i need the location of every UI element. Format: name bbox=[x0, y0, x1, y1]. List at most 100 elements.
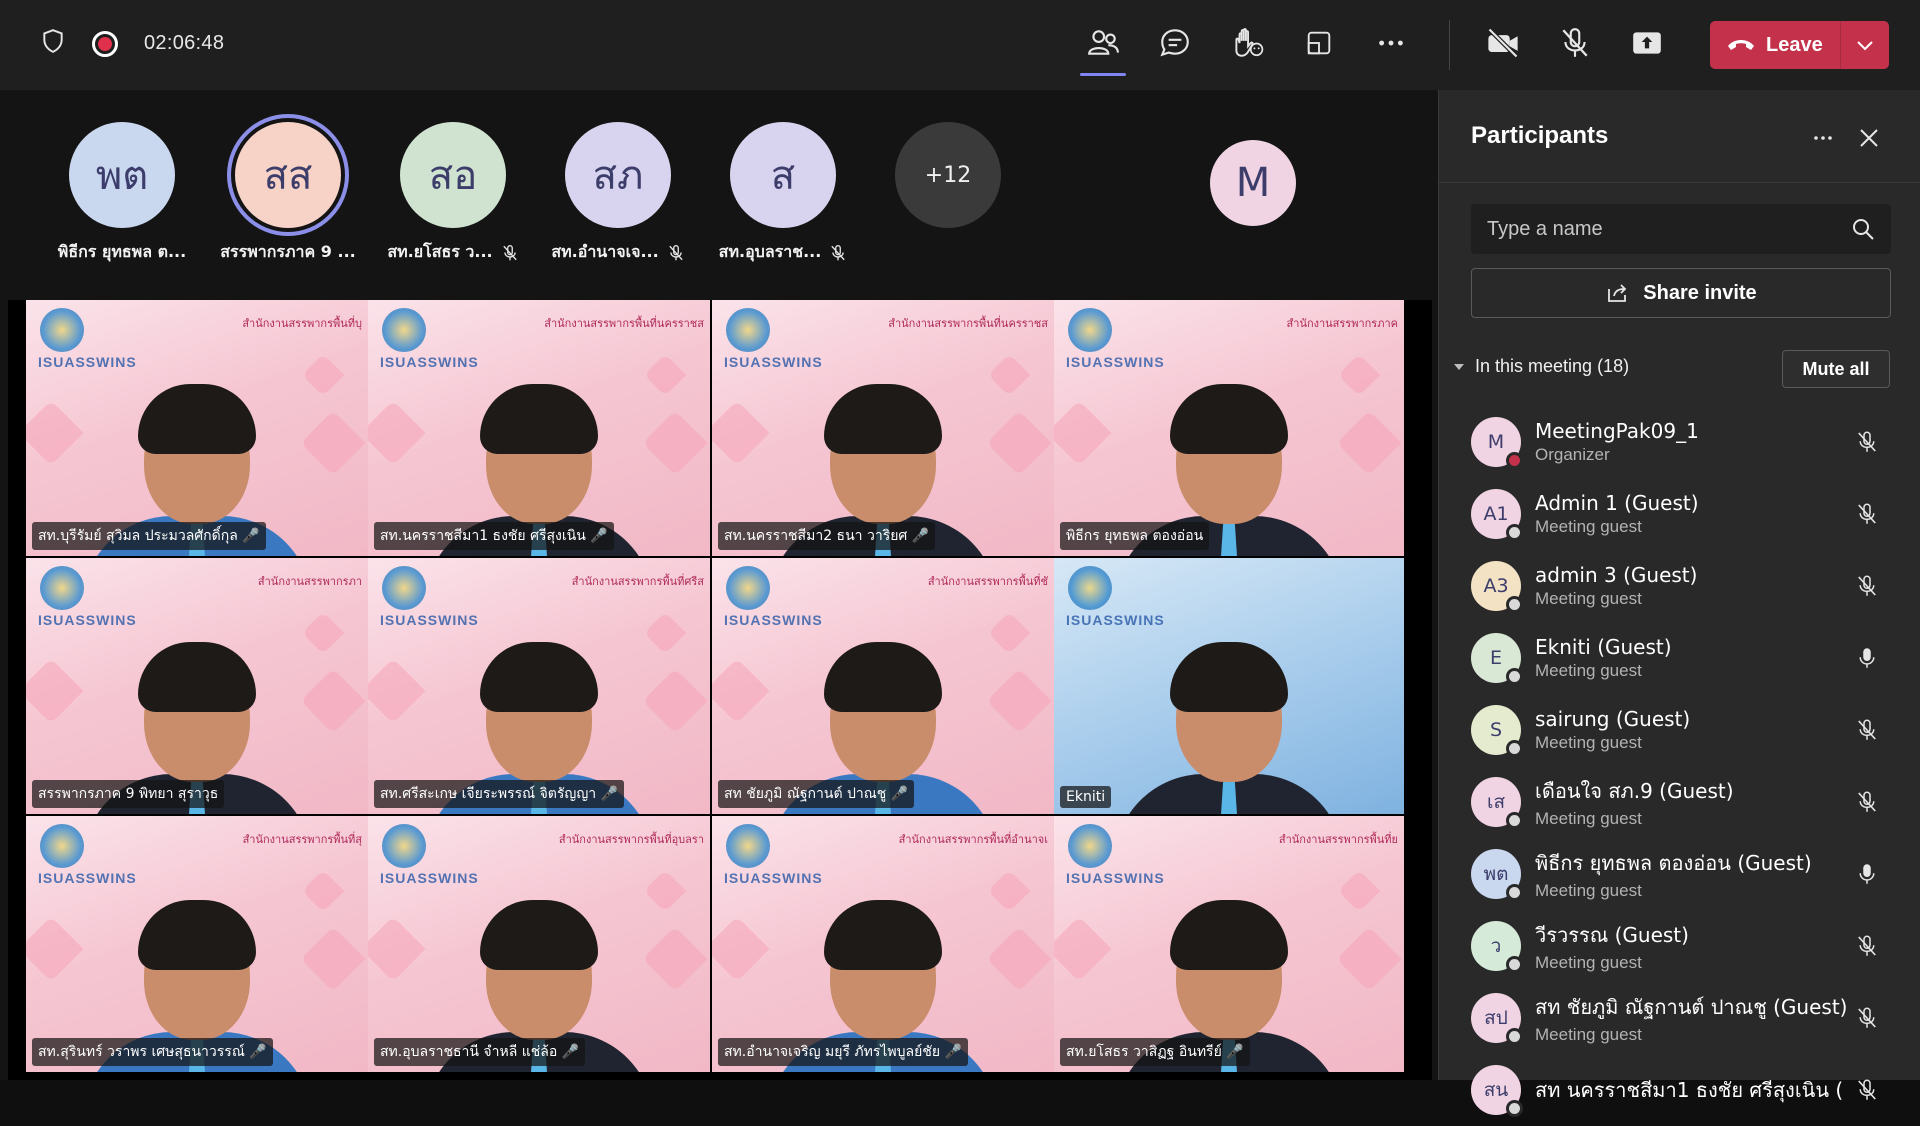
participant-video bbox=[1114, 634, 1344, 814]
stage-avatar[interactable]: M bbox=[1173, 140, 1333, 226]
brand-text: ISUASSWINS bbox=[38, 354, 137, 370]
share-screen-button[interactable] bbox=[1624, 20, 1670, 66]
chat-button[interactable] bbox=[1152, 20, 1198, 66]
avatar: E bbox=[1471, 633, 1523, 685]
camera-button[interactable] bbox=[1480, 20, 1526, 66]
brand-text: ISUASSWINS bbox=[724, 870, 823, 886]
avatar: พต bbox=[1471, 849, 1523, 901]
video-tile[interactable]: ISUASSWINS สำนักงานสรรพากรพื้นที่นครราชสส… bbox=[368, 300, 710, 556]
mic-off-icon[interactable] bbox=[1853, 716, 1881, 744]
heart-decoration bbox=[26, 658, 84, 724]
mic-off-icon[interactable] bbox=[1853, 1004, 1881, 1032]
video-tile[interactable]: ISUASSWINS สำนักงานสรรพากรภาค พิธีกร ยุทธพ… bbox=[1054, 300, 1404, 556]
shield-icon[interactable] bbox=[40, 28, 66, 59]
revenue-department-logo bbox=[1068, 308, 1112, 352]
mic-off-icon[interactable] bbox=[1853, 572, 1881, 600]
search-icon bbox=[1853, 219, 1874, 240]
video-tile[interactable]: ISUASSWINS สำนักงานสรรพากรพื้นที่ชั สท ชัย… bbox=[712, 558, 1054, 814]
avatar-initials: สอ bbox=[400, 122, 506, 228]
participant-role: Meeting guest bbox=[1535, 661, 1642, 680]
mic-off-icon[interactable] bbox=[1853, 932, 1881, 960]
participant-row[interactable]: สป สท ชัยภูมิ ณัฐกานต์ ปาณชู (Guest) Meeti… bbox=[1439, 982, 1920, 1054]
avatar-name-text: สท.อุบลราช... bbox=[718, 242, 822, 261]
participant-search[interactable] bbox=[1471, 204, 1891, 254]
participant-row[interactable]: พต พิธีกร ยุทธพล ตองอ่อน (Guest) Meeting g… bbox=[1439, 838, 1920, 910]
share-invite-button[interactable]: Share invite bbox=[1471, 268, 1891, 318]
office-banner: สำนักงานสรรพากรพื้นที่อำนาจเ bbox=[898, 833, 1048, 846]
presence-status-icon bbox=[1506, 956, 1523, 973]
revenue-department-logo bbox=[382, 824, 426, 868]
stage-avatar[interactable]: สส สรรพากรภาค 9 ... bbox=[208, 122, 368, 265]
participant-name: admin 3 (Guest) bbox=[1535, 563, 1698, 587]
mic-off-icon bbox=[502, 244, 517, 260]
people-button[interactable] bbox=[1080, 20, 1126, 76]
heart-decoration bbox=[712, 916, 770, 982]
participant-role: Meeting guest bbox=[1535, 881, 1642, 900]
participant-avatar-row: พต พิธีกร ยุทธพล ต... สส สรรพากรภาค 9 ... สอ… bbox=[0, 90, 1438, 300]
avatar-initials: พต bbox=[1483, 863, 1509, 885]
avatar-initials: M bbox=[1487, 431, 1505, 453]
mic-off-icon[interactable] bbox=[1853, 428, 1881, 456]
view-button[interactable] bbox=[1296, 20, 1342, 66]
panel-more-button[interactable] bbox=[1805, 120, 1841, 156]
mic-on-icon[interactable] bbox=[1853, 860, 1881, 888]
participant-row[interactable]: ว วีรวรรณ (Guest) Meeting guest bbox=[1439, 910, 1920, 982]
leave-button[interactable]: Leave bbox=[1710, 21, 1889, 69]
panel-close-button[interactable] bbox=[1851, 120, 1887, 156]
participant-name: พิธีกร ยุทธพล ตองอ่อน (Guest) bbox=[1535, 851, 1812, 875]
mic-button[interactable] bbox=[1552, 20, 1598, 66]
heart-decoration bbox=[368, 658, 426, 724]
participant-search-input[interactable] bbox=[1487, 217, 1851, 241]
video-tile[interactable]: ISUASSWINS สำนักงานสรรพากรพื้นที่นครราชสส… bbox=[712, 300, 1054, 556]
stage-avatar[interactable]: พต พิธีกร ยุทธพล ต... bbox=[42, 122, 202, 265]
participant-row[interactable]: M MeetingPak09_1 Organizer bbox=[1439, 406, 1920, 478]
leave-main-button[interactable]: Leave bbox=[1710, 21, 1840, 69]
mic-off-icon bbox=[668, 244, 683, 260]
section-label: In this meeting (18) bbox=[1475, 356, 1630, 376]
brand-text: ISUASSWINS bbox=[1066, 354, 1165, 370]
video-tile[interactable]: ISUASSWINS สำนักงานสรรพากรภา สรรพากรภาค 9 … bbox=[26, 558, 368, 814]
video-tile[interactable]: ISUASSWINS สำนักงานสรรพากรพื้นที่สุ สท.สุร… bbox=[26, 816, 368, 1072]
meeting-toolbar: 02:06:48 Leave bbox=[0, 0, 1920, 90]
revenue-department-logo bbox=[1068, 566, 1112, 610]
office-banner: สำนักงานสรรพากรพื้นที่ชั bbox=[927, 575, 1048, 588]
participant-row[interactable]: E Ekniti (Guest) Meeting guest bbox=[1439, 622, 1920, 694]
stage-avatar[interactable]: สอ สท.ยโสธร ว... bbox=[373, 122, 533, 265]
share-screen-icon bbox=[1633, 32, 1661, 54]
avatar-name: พิธีกร ยุทธพล ต... bbox=[42, 240, 202, 265]
stage-avatar[interactable]: สสท.อุบลราช... bbox=[703, 122, 863, 265]
mic-off-icon[interactable] bbox=[1853, 1076, 1881, 1104]
heart-decoration bbox=[1336, 926, 1402, 992]
mic-on-icon[interactable] bbox=[1853, 644, 1881, 672]
avatar-initials: A3 bbox=[1483, 575, 1509, 597]
raise-hand-button[interactable] bbox=[1224, 20, 1270, 66]
stage-avatar[interactable]: +12 bbox=[868, 122, 1028, 228]
presence-status-icon bbox=[1506, 740, 1523, 757]
video-tile[interactable]: ISUASSWINS Ekniti bbox=[1054, 558, 1404, 814]
mic-off-icon[interactable] bbox=[1853, 500, 1881, 528]
leave-options-button[interactable] bbox=[1841, 39, 1889, 51]
video-tile[interactable]: ISUASSWINS สำนักงานสรรพากรพื้นที่บุ สท.บุร… bbox=[26, 300, 368, 556]
participant-row[interactable]: A1 Admin 1 (Guest) Meeting guest bbox=[1439, 478, 1920, 550]
participant-row[interactable]: สน สท นครราชสีมา1 ธงชัย ศรีสุงเนิน ( bbox=[1439, 1054, 1920, 1126]
video-tile[interactable]: ISUASSWINS สำนักงานสรรพากรพื้นที่อุบลรา สท… bbox=[368, 816, 710, 1072]
office-banner: สำนักงานสรรพากรภา bbox=[257, 575, 362, 588]
video-tile[interactable]: ISUASSWINS สำนักงานสรรพากรพื้นที่อำนาจเสท… bbox=[712, 816, 1054, 1072]
panel-divider bbox=[1439, 182, 1920, 183]
in-meeting-section-toggle[interactable]: In this meeting (18) bbox=[1453, 356, 1629, 377]
presence-status-icon bbox=[1506, 452, 1523, 469]
brand-text: ISUASSWINS bbox=[380, 870, 479, 886]
video-tile[interactable]: ISUASSWINS สำนักงานสรรพากรพื้นที่ศรีส สท.ศ… bbox=[368, 558, 710, 814]
more-actions-button[interactable] bbox=[1368, 20, 1414, 66]
video-tile[interactable]: ISUASSWINS สำนักงานสรรพากรพื้นที่ย สท.ยโสธ… bbox=[1054, 816, 1404, 1072]
revenue-department-logo bbox=[726, 566, 770, 610]
mic-off-icon[interactable] bbox=[1853, 788, 1881, 816]
camera-off-icon bbox=[1487, 27, 1519, 59]
mute-all-button[interactable]: Mute all bbox=[1782, 350, 1890, 388]
participant-row[interactable]: A3 admin 3 (Guest) Meeting guest bbox=[1439, 550, 1920, 622]
video-tile-name: สท.อำนาจเจริญ มยุรี ภัทรไพบูลย์ชัย 🎤 bbox=[718, 1038, 968, 1066]
stage-avatar[interactable]: สภ สท.อำนาจเจ... bbox=[538, 122, 698, 265]
participant-row[interactable]: เส เดือนใจ สภ.9 (Guest) Meeting guest bbox=[1439, 766, 1920, 838]
mic-off-icon bbox=[1562, 28, 1588, 57]
participant-row[interactable]: Ssairung (Guest) Meeting guest bbox=[1439, 694, 1920, 766]
